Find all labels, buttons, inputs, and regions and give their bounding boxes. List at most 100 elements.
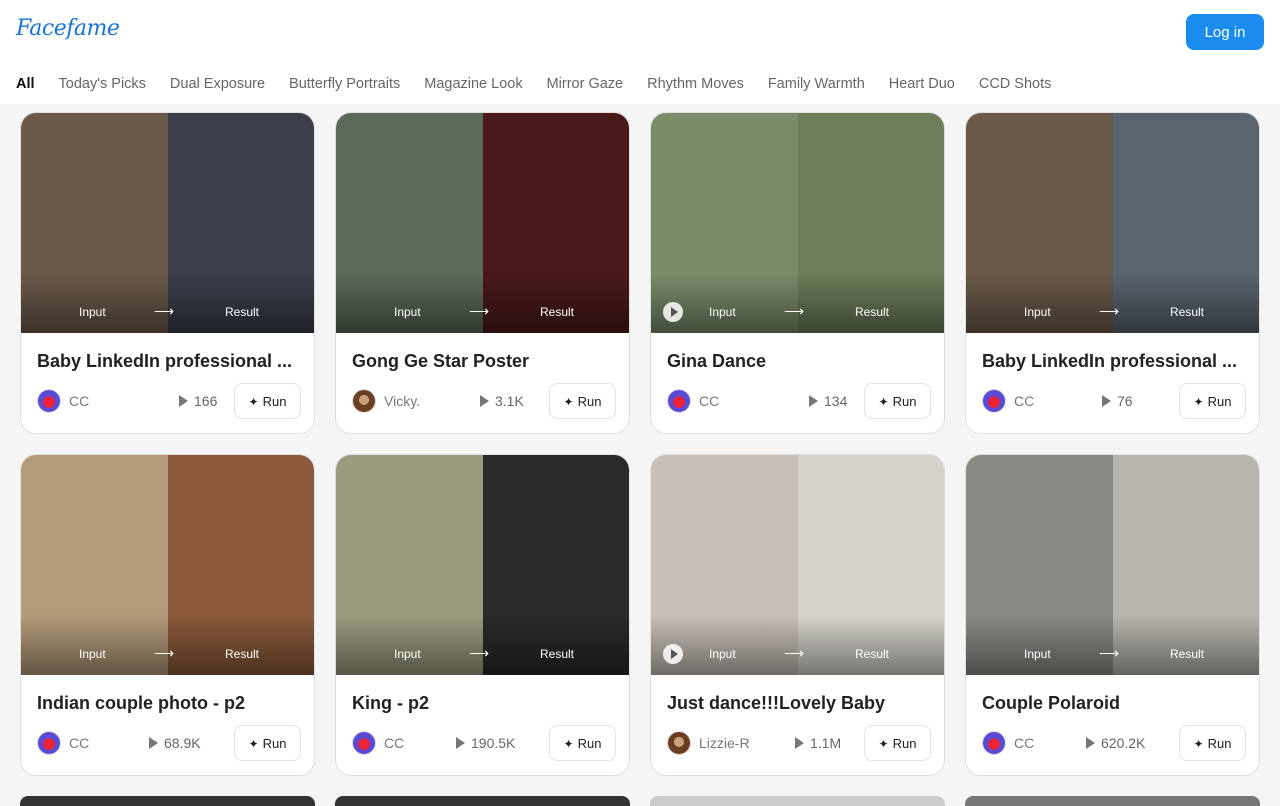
template-title[interactable]: King - p2 — [352, 693, 616, 714]
author-avatar[interactable] — [352, 731, 376, 755]
run-button-label: Run — [577, 735, 602, 751]
run-count-value: 190.5K — [471, 735, 516, 751]
tab-today-s-picks[interactable]: Today's Picks — [59, 76, 146, 92]
template-card[interactable]: Input ⟶ Result Baby LinkedIn professional .… — [965, 112, 1260, 434]
header: Facefame Log in — [0, 0, 1280, 64]
arrow-right-icon: ⟶ — [469, 645, 490, 661]
template-thumbnail[interactable]: Input ⟶ Result — [21, 113, 314, 333]
arrow-right-icon: ⟶ — [154, 645, 175, 661]
play-icon[interactable] — [663, 302, 683, 322]
result-label: Result — [855, 305, 890, 319]
author-name[interactable]: Vicky. — [384, 393, 420, 409]
tab-rhythm-moves[interactable]: Rhythm Moves — [647, 76, 744, 92]
template-meta: CC 134 ✦ Run — [667, 383, 931, 419]
input-label: Input — [79, 647, 106, 661]
template-thumbnail[interactable]: Input ⟶ Result — [336, 113, 629, 333]
run-button[interactable]: ✦ Run — [234, 383, 301, 419]
run-button-label: Run — [1207, 393, 1232, 409]
arrow-right-icon: ⟶ — [469, 303, 490, 319]
author-name[interactable]: CC — [1014, 393, 1034, 409]
input-label: Input — [709, 305, 736, 319]
tab-heart-duo[interactable]: Heart Duo — [889, 76, 955, 92]
run-button-label: Run — [892, 735, 917, 751]
template-meta: Lizzie-R 1.1M ✦ Run — [667, 725, 931, 761]
next-row-card[interactable] — [965, 796, 1260, 806]
tab-mirror-gaze[interactable]: Mirror Gaze — [547, 76, 624, 92]
tab-dual-exposure[interactable]: Dual Exposure — [170, 76, 265, 92]
play-count-icon — [179, 395, 188, 407]
template-thumbnail[interactable]: Input ⟶ Result — [651, 455, 944, 675]
next-row-card[interactable] — [335, 796, 630, 806]
run-count-value: 68.9K — [164, 735, 201, 751]
run-button[interactable]: ✦ Run — [864, 725, 931, 761]
template-card[interactable]: Input ⟶ Result Indian couple photo - p2 CC 68… — [20, 454, 315, 776]
result-label: Result — [225, 647, 260, 661]
result-label: Result — [540, 647, 575, 661]
run-count-value: 134 — [824, 393, 848, 409]
play-count-icon — [795, 737, 804, 749]
author-name[interactable]: CC — [699, 393, 719, 409]
author-avatar[interactable] — [667, 731, 691, 755]
run-button[interactable]: ✦ Run — [864, 383, 931, 419]
template-meta: CC 190.5K ✦ Run — [352, 725, 616, 761]
template-card[interactable]: Input ⟶ Result Couple Polaroid CC 620.2K ✦ Run — [965, 454, 1260, 776]
play-count-icon — [480, 395, 489, 407]
author-name[interactable]: CC — [69, 735, 89, 751]
template-card[interactable]: Input ⟶ Result Gina Dance CC 134 ✦ Run — [650, 112, 945, 434]
next-row-card[interactable] — [650, 796, 945, 806]
tab-all[interactable]: All — [16, 76, 35, 92]
template-title[interactable]: Indian couple photo - p2 — [37, 693, 301, 714]
magic-wand-icon: ✦ — [1193, 394, 1204, 409]
login-button[interactable]: Log in — [1186, 14, 1264, 50]
template-thumbnail[interactable]: Input ⟶ Result — [966, 455, 1259, 675]
run-button[interactable]: ✦ Run — [549, 725, 616, 761]
template-title[interactable]: Gina Dance — [667, 351, 931, 372]
input-label: Input — [1024, 647, 1051, 661]
run-count: 3.1K — [480, 393, 524, 409]
magic-wand-icon: ✦ — [563, 394, 574, 409]
run-button[interactable]: ✦ Run — [549, 383, 616, 419]
input-label: Input — [1024, 305, 1051, 319]
facefame-logo[interactable]: Facefame — [16, 16, 120, 41]
template-title[interactable]: Just dance!!!Lovely Baby — [667, 693, 931, 714]
author-avatar[interactable] — [352, 389, 376, 413]
input-label: Input — [709, 647, 736, 661]
play-count-icon — [456, 737, 465, 749]
run-button[interactable]: ✦ Run — [234, 725, 301, 761]
template-card[interactable]: Input ⟶ Result King - p2 CC 190.5K ✦ Run — [335, 454, 630, 776]
input-label: Input — [79, 305, 106, 319]
template-card[interactable]: Input ⟶ Result Gong Ge Star Poster Vicky. 3.1… — [335, 112, 630, 434]
run-button[interactable]: ✦ Run — [1179, 383, 1246, 419]
template-title[interactable]: Baby LinkedIn professional ... — [37, 351, 301, 372]
category-tabs: All Today's Picks Dual Exposure Butterfly P… — [0, 64, 1280, 104]
template-thumbnail[interactable]: Input ⟶ Result — [336, 455, 629, 675]
tab-family-warmth[interactable]: Family Warmth — [768, 76, 865, 92]
author-name[interactable]: CC — [1014, 735, 1034, 751]
author-avatar[interactable] — [37, 389, 61, 413]
author-name[interactable]: CC — [69, 393, 89, 409]
template-card[interactable]: Input ⟶ Result Just dance!!!Lovely Baby Lizz… — [650, 454, 945, 776]
author-avatar[interactable] — [982, 389, 1006, 413]
template-thumbnail[interactable]: Input ⟶ Result — [651, 113, 944, 333]
template-card[interactable]: Input ⟶ Result Baby LinkedIn professional .… — [20, 112, 315, 434]
author-name[interactable]: CC — [384, 735, 404, 751]
author-avatar[interactable] — [667, 389, 691, 413]
author-name[interactable]: Lizzie-R — [699, 735, 750, 751]
template-thumbnail[interactable]: Input ⟶ Result — [966, 113, 1259, 333]
input-label: Input — [394, 647, 421, 661]
template-title[interactable]: Couple Polaroid — [982, 693, 1246, 714]
run-button-label: Run — [577, 393, 602, 409]
template-thumbnail[interactable]: Input ⟶ Result — [21, 455, 314, 675]
play-icon[interactable] — [663, 644, 683, 664]
template-title[interactable]: Gong Ge Star Poster — [352, 351, 616, 372]
tab-ccd-shots[interactable]: CCD Shots — [979, 76, 1052, 92]
run-button-label: Run — [892, 393, 917, 409]
template-title[interactable]: Baby LinkedIn professional ... — [982, 351, 1246, 372]
tab-magazine-look[interactable]: Magazine Look — [424, 76, 522, 92]
next-row-card[interactable] — [20, 796, 315, 806]
tab-butterfly-portraits[interactable]: Butterfly Portraits — [289, 76, 400, 92]
author-avatar[interactable] — [982, 731, 1006, 755]
magic-wand-icon: ✦ — [248, 736, 259, 751]
run-button[interactable]: ✦ Run — [1179, 725, 1246, 761]
author-avatar[interactable] — [37, 731, 61, 755]
